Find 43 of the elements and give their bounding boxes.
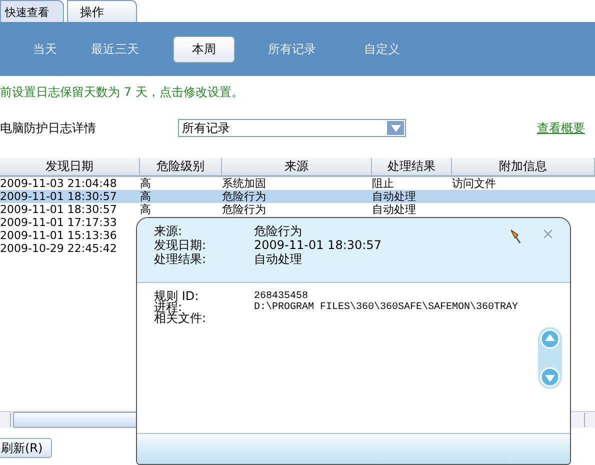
table-cell-text: 高 [139,177,152,190]
table-row[interactable]: 2009-11-01 18:30:57 高 危险行为 自动处理 [0,190,595,203]
table-cell-text: 访问文件 [451,177,497,190]
summary-link[interactable]: 查看概要 [537,120,585,136]
table-cell-text: 自动处理 [371,203,417,216]
field-label: 规则 ID: [154,291,200,302]
table-cell-text: 高 [139,190,152,203]
tab[interactable]: 操作 [67,0,137,22]
field-label: 发现日期: [154,238,208,252]
field-value: 危险行为 [254,224,303,238]
refresh-button[interactable]: 刷新(R) [0,438,52,458]
column-header[interactable]: 来源 [222,158,372,175]
column-header[interactable]: 危险级别 [140,158,222,175]
field-label: 相关文件: [154,313,208,324]
filter-button[interactable]: 本周 [173,36,235,63]
field-label: 处理结果: [154,252,208,266]
field-value: 自动处理 [254,252,303,266]
tab[interactable]: 快速查看 [0,0,64,22]
column-header[interactable]: 附加信息 [452,158,595,175]
field-value: D:\PROGRAM FILES\360\360SAFE\SAFEMON\360TRAY [254,302,518,313]
table-cell-text: 阻止 [371,177,395,190]
table-cell-text: 危险行为 [221,203,267,216]
scroll-down-icon[interactable] [540,367,560,387]
table-cell-text: 危险行为 [221,190,267,203]
column-header[interactable]: 发现日期 [0,158,140,175]
table-cell-text: 2009-11-03 21:04:48 [0,177,118,190]
filter-dropdown[interactable]: 所有记录 [178,119,406,137]
table-cell-text: 高 [139,203,152,216]
field-value: 268435458 [254,291,308,302]
table-cell-text: 2009-11-01 18:30:57 [0,203,118,216]
field-label: 来源: [154,224,184,238]
field-value: 2009-11-01 18:30:57 [254,238,382,252]
table-cell-text: 系统加固 [221,177,267,190]
table-cell-text: 自动处理 [371,190,417,203]
column-header[interactable]: 处理结果 [372,158,452,175]
scroll-up-icon[interactable] [540,329,560,349]
field-label: 进程: [154,302,182,313]
table-cell-text: 2009-11-01 18:30:57 [0,190,118,203]
table-row[interactable]: 2009-11-03 21:04:48 高 系统加固 阻止 访问文件 [0,177,595,190]
retention-notice[interactable]: 前设置日志保留天数为 7 天，点击修改设置。 [0,76,244,108]
table-row[interactable]: 2009-11-01 18:30:57 高 危险行为 自动处理 [0,203,595,216]
table-cell-text: 2009-11-01 17:17:33 [0,216,118,229]
section-title: 电脑防护日志详情 [0,120,97,136]
